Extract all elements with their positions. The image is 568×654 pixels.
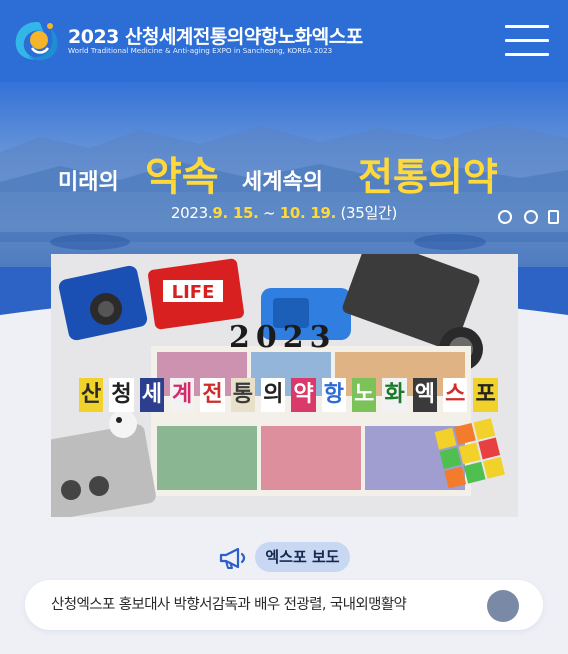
hamburger-menu-icon[interactable] <box>505 25 549 59</box>
partner-emblem-icon <box>548 210 559 224</box>
partner-badges <box>496 210 566 234</box>
poster-char: 산 <box>79 378 104 412</box>
poster-char: 약 <box>291 378 316 412</box>
site-subtitle: World Traditional Medicine & Anti-aging … <box>68 46 333 55</box>
expo-dates: 2023.9. 15. ~ 10. 19. (35일간) <box>0 202 568 223</box>
news-item[interactable]: 산청엑스포 홍보대사 박향서감독과 배우 전광렬, 국내외맹활약 <box>25 580 543 630</box>
expo-poster-image[interactable]: LIFE 2023 산 청 세 계 전 통 의 약 항 노 화 엑 스 포 <box>51 254 518 517</box>
poster-title: 산 청 세 계 전 통 의 약 항 노 화 엑 스 포 <box>79 378 499 422</box>
poster-char: 노 <box>352 378 377 412</box>
poster-char: 스 <box>443 378 468 412</box>
date-duration: (35일간) <box>336 204 398 222</box>
hero-slogan: 미래의 약속 세계속의 전통의약 <box>0 142 568 202</box>
date-year: 2023. <box>170 204 213 222</box>
news-section-header: 엑스포 보도 <box>0 540 568 574</box>
site-header: 2023 산청세계전통의약항노화엑스포 World Traditional Me… <box>0 0 568 82</box>
poster-char: 통 <box>230 378 255 412</box>
poster-char: 세 <box>139 378 164 412</box>
slogan-text-3: 세계속의 <box>242 170 323 195</box>
svg-text:LIFE: LIFE <box>172 282 215 303</box>
slogan-text-2: 약속 <box>145 153 219 200</box>
news-more-button[interactable] <box>487 590 519 622</box>
date-start: 9. 15. <box>212 204 259 222</box>
poster-char: 의 <box>261 378 286 412</box>
poster-char: 청 <box>109 378 134 412</box>
poster-char: 항 <box>321 378 346 412</box>
megaphone-icon <box>219 547 246 569</box>
poster-char: 화 <box>382 378 407 412</box>
slogan-text-1: 미래의 <box>58 170 119 195</box>
poster-year: 2023 <box>229 320 337 355</box>
poster-char: 전 <box>200 378 225 412</box>
news-title[interactable]: 산청엑스포 홍보대사 박향서감독과 배우 전광렬, 국내외맹활약 <box>51 580 407 630</box>
slogan-text-4: 전통의약 <box>358 154 498 199</box>
poster-char: 엑 <box>412 378 438 412</box>
date-separator: ~ <box>258 204 280 222</box>
partner-circle-icon <box>524 210 538 224</box>
expo-logo-icon[interactable] <box>12 18 62 64</box>
poster-char: 포 <box>473 378 498 412</box>
unesco-icon <box>498 210 512 224</box>
site-title[interactable]: 2023 산청세계전통의약항노화엑스포 <box>68 22 363 49</box>
date-end: 10. 19. <box>279 204 337 222</box>
poster-char: 계 <box>170 378 195 412</box>
section-label[interactable]: 엑스포 보도 <box>255 542 350 572</box>
